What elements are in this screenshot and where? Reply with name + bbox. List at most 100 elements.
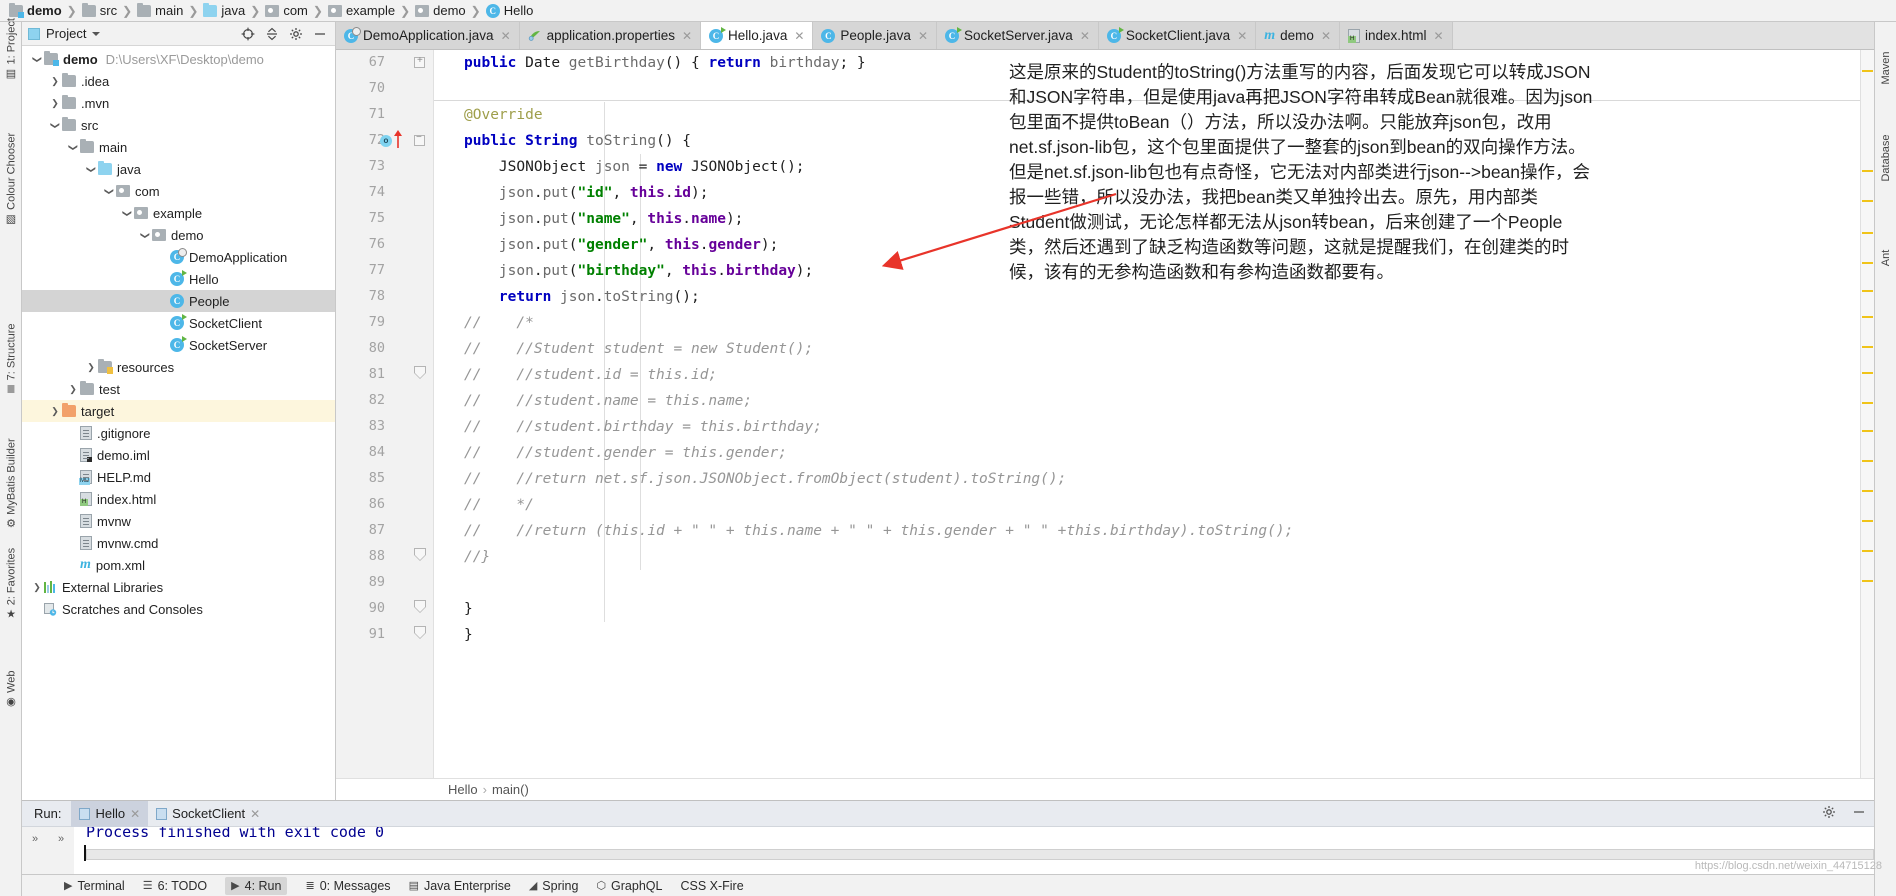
tree-toggle-icon[interactable]: [138, 230, 152, 241]
tree-toggle-icon[interactable]: [30, 54, 44, 65]
editor-marker-strip[interactable]: [1860, 50, 1874, 778]
editor-tab-demo[interactable]: m demo ✕: [1256, 22, 1340, 49]
code-line[interactable]: return json.toString();: [464, 284, 700, 310]
locate-icon[interactable]: [239, 25, 257, 43]
editor-tab-application-properties[interactable]: application.properties ✕: [519, 22, 702, 49]
status-item-spring[interactable]: ◢ Spring: [529, 879, 579, 893]
code-line[interactable]: // */: [464, 492, 534, 518]
console-horizontal-scrollbar[interactable]: [86, 849, 1874, 860]
code-editor[interactable]: 67 70 71 72 73 74 75 76 77 78 79 80 81 82 83 84 85 86 87 88…: [336, 50, 1874, 778]
warning-marker[interactable]: [1862, 200, 1873, 202]
run-tab-hello[interactable]: Hello ✕: [71, 800, 149, 827]
run-settings-gear-icon[interactable]: [1814, 805, 1844, 822]
fold-collapse-icon[interactable]: [414, 132, 425, 146]
close-icon[interactable]: ✕: [1321, 29, 1331, 43]
editor-tab-index-html[interactable]: index.html ✕: [1340, 22, 1453, 49]
status-item-0-messages[interactable]: ≣ 0: Messages: [305, 879, 390, 893]
tree-node-gitignore[interactable]: .gitignore: [22, 422, 335, 444]
breakpoint-icon[interactable]: o: [380, 135, 392, 147]
breadcrumb-item-main[interactable]: main: [134, 2, 186, 18]
expand-left-icon[interactable]: »: [22, 827, 48, 874]
breadcrumb-method[interactable]: main(): [492, 782, 529, 797]
warning-marker[interactable]: [1862, 262, 1873, 264]
tree-node-socketclient[interactable]: C SocketClient: [22, 312, 335, 334]
rail-item-mybatis-builder[interactable]: ⚙ MyBatis Builder: [4, 438, 17, 530]
tree-node-mvnw[interactable]: mvnw: [22, 510, 335, 532]
tree-toggle-icon[interactable]: [102, 186, 116, 197]
code-line[interactable]: json.put("birthday", this.birthday);: [464, 258, 813, 284]
tree-node-demo[interactable]: demo: [22, 224, 335, 246]
collapse-all-icon[interactable]: [263, 25, 281, 43]
code-line[interactable]: }: [464, 622, 473, 648]
code-line[interactable]: // //student.birthday = this.birthday;: [464, 414, 822, 440]
editor-tab-socketserver-java[interactable]: C SocketServer.java ✕: [937, 22, 1099, 49]
close-icon[interactable]: ✕: [682, 29, 692, 43]
code-line[interactable]: // //return (this.id + " " + this.name +…: [464, 518, 1293, 544]
fold-region-end-icon[interactable]: [414, 366, 426, 379]
breadcrumb-item-src[interactable]: src: [79, 2, 120, 18]
warning-marker[interactable]: [1862, 460, 1873, 462]
code-line[interactable]: // /*: [464, 310, 534, 336]
gear-icon[interactable]: [287, 25, 305, 43]
code-line[interactable]: public Date getBirthday() { return birth…: [464, 50, 866, 76]
close-icon[interactable]: ✕: [794, 29, 804, 43]
chevron-down-icon[interactable]: [92, 31, 101, 36]
warning-marker[interactable]: [1862, 580, 1873, 582]
code-content[interactable]: public Date getBirthday() { return birth…: [434, 50, 1860, 778]
tree-toggle-icon[interactable]: [30, 582, 44, 593]
tree-node-resources[interactable]: resources: [22, 356, 335, 378]
breadcrumb-item-com[interactable]: com: [262, 3, 311, 18]
tree-node-external-libraries[interactable]: External Libraries: [22, 576, 335, 598]
tree-node-mvnw-cmd[interactable]: mvnw.cmd: [22, 532, 335, 554]
warning-marker[interactable]: [1862, 490, 1873, 492]
editor-tab-socketclient-java[interactable]: C SocketClient.java ✕: [1098, 22, 1257, 49]
project-panel-title[interactable]: Project: [46, 26, 86, 41]
close-icon[interactable]: ✕: [1434, 29, 1444, 43]
tree-node-target[interactable]: target: [22, 400, 335, 422]
tree-toggle-icon[interactable]: [48, 120, 62, 131]
tree-toggle-icon[interactable]: [66, 384, 80, 395]
code-line[interactable]: // //student.id = this.id;: [464, 362, 717, 388]
warning-marker[interactable]: [1862, 430, 1873, 432]
tree-toggle-icon[interactable]: [84, 362, 98, 373]
tree-node-src[interactable]: src: [22, 114, 335, 136]
code-line[interactable]: JSONObject json = new JSONObject();: [464, 154, 805, 180]
warning-marker[interactable]: [1862, 316, 1873, 318]
tree-node-java[interactable]: java: [22, 158, 335, 180]
breadcrumb-item-demo[interactable]: demo: [6, 2, 65, 18]
rail-item-maven[interactable]: Maven: [1880, 51, 1892, 84]
tree-toggle-icon[interactable]: [120, 208, 134, 219]
code-line[interactable]: @Override: [464, 102, 543, 128]
warning-marker[interactable]: [1862, 372, 1873, 374]
warning-marker[interactable]: [1862, 520, 1873, 522]
tree-node-pom-xml[interactable]: m pom.xml: [22, 554, 335, 576]
code-line[interactable]: public String toString() {: [464, 128, 691, 154]
tree-node-socketserver[interactable]: C SocketServer: [22, 334, 335, 356]
rail-item-ant[interactable]: Ant: [1880, 250, 1892, 267]
breadcrumb-item-java[interactable]: java: [200, 2, 248, 18]
tree-toggle-icon[interactable]: [48, 76, 62, 87]
warning-marker[interactable]: [1862, 346, 1873, 348]
code-line[interactable]: json.put("gender", this.gender);: [464, 232, 778, 258]
fold-region-end-icon[interactable]: [414, 548, 426, 561]
code-line[interactable]: // //student.name = this.name;: [464, 388, 752, 414]
warning-marker[interactable]: [1862, 170, 1873, 172]
tree-node-help-md[interactable]: MD HELP.md: [22, 466, 335, 488]
tree-node-com[interactable]: com: [22, 180, 335, 202]
tree-toggle-icon[interactable]: [48, 406, 62, 417]
code-line[interactable]: // //return net.sf.json.JSONObject.fromO…: [464, 466, 1066, 492]
tree-node-people[interactable]: C People: [22, 290, 335, 312]
rail-item-database[interactable]: Database: [1880, 134, 1892, 181]
breadcrumb-item-example[interactable]: example: [325, 3, 398, 18]
warning-marker[interactable]: [1862, 550, 1873, 552]
close-icon[interactable]: ✕: [130, 807, 140, 821]
warning-marker[interactable]: [1862, 232, 1873, 234]
tree-node-mvn[interactable]: .mvn: [22, 92, 335, 114]
tree-toggle-icon[interactable]: [48, 98, 62, 109]
status-item-6-todo[interactable]: ☰ 6: TODO: [143, 879, 207, 893]
run-tab-socketclient[interactable]: SocketClient ✕: [148, 801, 268, 827]
code-line[interactable]: //}: [464, 544, 490, 570]
fold-region-end-icon[interactable]: [414, 626, 426, 639]
close-icon[interactable]: ✕: [250, 807, 260, 821]
tree-node-hello[interactable]: C Hello: [22, 268, 335, 290]
